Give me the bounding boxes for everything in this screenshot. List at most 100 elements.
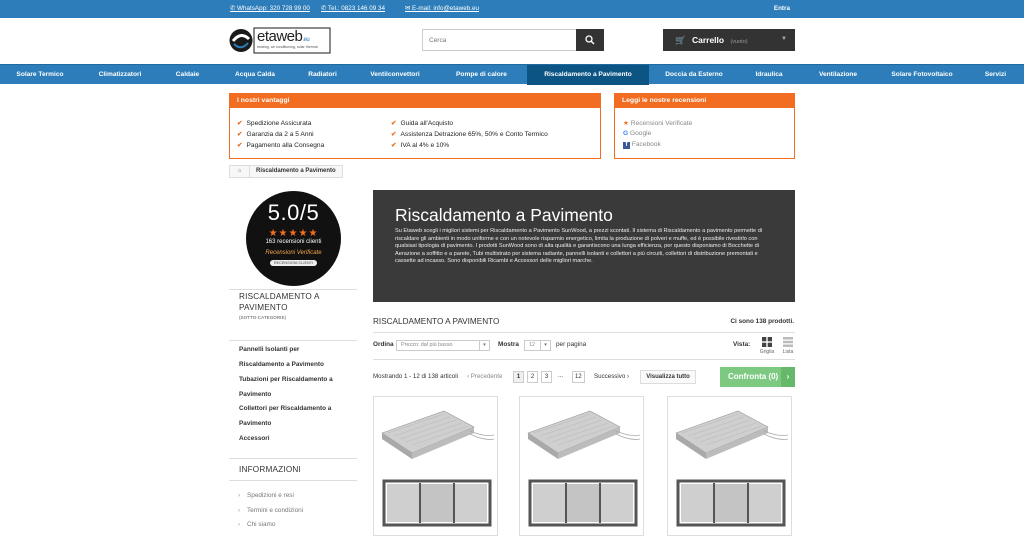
results-range: Mostrando 1 - 12 di 138 articoli [373, 373, 458, 380]
info-title: INFORMAZIONI [239, 465, 301, 474]
grid-icon [762, 337, 772, 347]
view-all-button[interactable]: Visualizza tutto [640, 370, 696, 384]
page-link[interactable]: 1 [513, 371, 524, 383]
info-link[interactable]: › Spedizioni e resi [238, 492, 294, 499]
check-icon: ✔ [237, 120, 243, 127]
review-link-text: Facebook [631, 141, 661, 148]
whatsapp-link[interactable]: ✆ WhatsApp: 320 728 99 00 [230, 5, 310, 12]
sidebar-category-title: RISCALDAMENTO A PAVIMENTO [239, 292, 320, 312]
sidebar-category-link[interactable]: Accessori [239, 435, 270, 442]
hero-description: Su Etaweb scegli i migliori sistemi per … [395, 228, 763, 265]
sidebar-category-link[interactable]: Tubazioni per Riscaldamento a [239, 376, 333, 383]
product-card[interactable] [519, 396, 644, 536]
cart-label: Carrello [691, 35, 725, 45]
grid-view-label: Griglia [759, 349, 775, 355]
advantage-item: ✔ Garanzia da 2 a 5 Anni [237, 130, 314, 138]
divider [229, 458, 357, 459]
top-bar: ✆ WhatsApp: 320 728 99 00 ✆ Tel.: 0823 1… [0, 0, 1024, 18]
email-link[interactable]: ✉ E-mail: info@etaweb.eu [405, 5, 479, 12]
nav-item-solare-termico[interactable]: Solare Termico [0, 65, 80, 85]
divider [373, 332, 795, 333]
sidebar-category-link[interactable]: Pavimento [239, 420, 271, 427]
listing-title: RISCALDAMENTO A PAVIMENTO [373, 317, 500, 326]
sidebar-category-link[interactable]: Pavimento [239, 391, 271, 398]
check-icon: ✔ [237, 131, 243, 138]
chevron-down-icon: ▾ [540, 341, 550, 350]
product-card[interactable] [373, 396, 498, 536]
divider [229, 340, 357, 341]
check-icon: ✔ [391, 142, 397, 149]
nav-item-idraulica[interactable]: Idraulica [739, 65, 799, 85]
phone-text: Tel.: 0823 146 09 34 [327, 5, 385, 12]
review-link-facebook[interactable]: f Facebook [623, 141, 661, 149]
phone-link[interactable]: ✆ Tel.: 0823 146 09 34 [321, 5, 385, 12]
sidebar-category-link[interactable]: Riscaldamento a Pavimento [239, 361, 324, 368]
per-page-label: per pagina [556, 341, 587, 348]
info-link-text: Termini e condizioni [247, 507, 304, 514]
rating-badge[interactable]: 5.0/5 ★★★★★ 163 recensioni clienti Recen… [246, 191, 341, 286]
page-link[interactable]: 3 [541, 371, 552, 383]
search-input[interactable] [423, 30, 578, 50]
advantage-text: Assistenza Detrazione 65%, 50% e Conto T… [400, 131, 548, 138]
page-link[interactable]: 12 [572, 371, 585, 383]
grid-view-button[interactable]: Griglia [757, 337, 777, 355]
nav-item-servizi[interactable]: Servizi [967, 65, 1024, 85]
main-nav: Solare Termico Climatizzatori Caldaie Ac… [0, 64, 1024, 85]
review-link-verificate[interactable]: ★ Recensioni Verificate [623, 119, 692, 127]
advantages-title: I nostri vantaggi [230, 94, 600, 108]
whatsapp-text: WhatsApp: 320 728 99 00 [237, 5, 310, 12]
sidebar-category-link[interactable]: Collettori per Riscaldamento a [239, 405, 331, 412]
nav-item-climatizzatori[interactable]: Climatizzatori [80, 65, 160, 85]
advantage-text: Guida all'Acquisto [400, 120, 454, 127]
search-button[interactable] [576, 29, 604, 51]
review-link-google[interactable]: G Google [623, 130, 651, 137]
info-link-text: Spedizioni e resi [247, 492, 294, 499]
next-page-link[interactable]: Successivo › [594, 373, 629, 380]
logo-tagline: heating, air conditioning, solar thermal [257, 45, 318, 49]
per-page-value: 12 [529, 342, 535, 348]
login-link[interactable]: Entra [774, 5, 790, 12]
compare-button[interactable]: Confronta (0) › [720, 367, 795, 387]
search-bar [422, 29, 604, 51]
advantage-item: ✔ Assistenza Detrazione 65%, 50% e Conto … [391, 130, 548, 138]
nav-item-riscaldamento-a-pavimento[interactable]: Riscaldamento a Pavimento [527, 65, 649, 85]
info-link[interactable]: › Chi siamo [238, 521, 276, 528]
nav-item-pompe-di-calore[interactable]: Pompe di calore [440, 65, 523, 85]
nav-item-ventilconvettori[interactable]: Ventilconvettori [350, 65, 440, 85]
rating-pill: RECENSIONI CLIENTI [269, 260, 318, 266]
breadcrumb-current: Riscaldamento a Pavimento [256, 168, 336, 174]
sidebar-category-link[interactable]: Pannelli Isolanti per [239, 346, 299, 353]
site-logo[interactable]: etaweb.eu heating, air conditioning, sol… [229, 27, 331, 54]
product-image [527, 410, 641, 527]
nav-item-caldaie[interactable]: Caldaie [160, 65, 215, 85]
rating-verified: Recensioni Verificate [265, 250, 322, 256]
list-icon [783, 337, 793, 347]
page-ellipsis: ... [557, 373, 563, 379]
divider [373, 359, 795, 360]
advantage-text: Pagamento alla Consegna [246, 142, 325, 149]
per-page-select[interactable]: 12 ▾ [524, 340, 551, 351]
nav-item-doccia-da-esterno[interactable]: Doccia da Esterno [649, 65, 739, 85]
review-link-text: Google [629, 130, 652, 137]
info-link[interactable]: › Termini e condizioni [238, 507, 304, 514]
product-card[interactable] [667, 396, 792, 536]
category-hero: Riscaldamento a Pavimento Su Etaweb sceg… [373, 190, 795, 302]
list-view-button[interactable]: Lista [779, 337, 797, 355]
chevron-right-icon: › [238, 492, 241, 499]
nav-item-radiatori[interactable]: Radiatori [295, 65, 350, 85]
info-link-text: Chi siamo [247, 521, 276, 528]
advantage-text: Spedizione Assicurata [246, 120, 312, 127]
home-icon[interactable]: ⌂ [230, 166, 250, 177]
logo-suffix: .eu [302, 37, 310, 43]
advantage-item: ✔ Pagamento alla Consegna [237, 141, 324, 149]
product-image [675, 410, 789, 527]
check-icon: ✔ [237, 142, 243, 149]
cart-button[interactable]: 🛒 Carrello (vuoto) ▼ [663, 29, 795, 51]
compare-label: Confronta (0) [728, 372, 779, 381]
nav-item-ventilazione[interactable]: Ventilazione [799, 65, 877, 85]
nav-item-acqua-calda[interactable]: Acqua Calda [215, 65, 295, 85]
sort-select[interactable]: Prezzo: dal più basso ▾ [396, 340, 490, 351]
prev-page-link[interactable]: ‹ Precedente [467, 373, 502, 380]
page-link[interactable]: 2 [527, 371, 538, 383]
nav-item-solare-fotovoltaico[interactable]: Solare Fotovoltaico [877, 65, 967, 85]
